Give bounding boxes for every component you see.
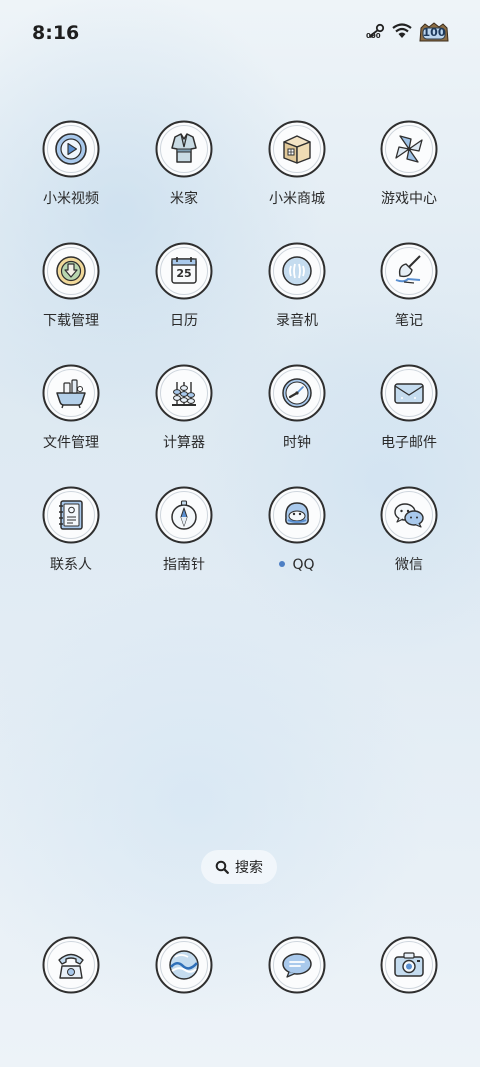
bathtub-files-icon [42, 364, 100, 422]
app-label: 米家 [170, 191, 198, 207]
wifi-icon [392, 23, 412, 43]
app-mi-video[interactable]: 小米视频 [15, 120, 127, 208]
camera-icon [380, 936, 438, 994]
app-label: 录音机 [276, 313, 318, 329]
note-pen-icon [380, 242, 438, 300]
recorder-icon [268, 242, 326, 300]
app-calendar[interactable]: 25 日历 [128, 242, 240, 330]
dock-phone[interactable] [15, 936, 127, 994]
qq-penguin-icon [268, 486, 326, 544]
svg-text:000: 000 [366, 32, 381, 39]
robe-icon [155, 120, 213, 178]
app-label: 联系人 [50, 557, 92, 573]
status-time: 8:16 [32, 22, 80, 44]
app-label: 时钟 [283, 435, 311, 451]
video-play-icon [42, 120, 100, 178]
calendar-date: 25 [176, 267, 192, 280]
app-label: 微信 [395, 557, 423, 573]
app-label: 游戏中心 [381, 191, 437, 207]
app-file-manager[interactable]: 文件管理 [15, 364, 127, 452]
app-label: 小米商城 [269, 191, 325, 207]
app-label: 笔记 [395, 313, 423, 329]
battery-icon: 100 [418, 22, 450, 44]
abacus-icon [155, 364, 213, 422]
app-recorder[interactable]: 录音机 [241, 242, 353, 330]
search-label: 搜索 [235, 860, 263, 876]
app-label: 计算器 [163, 435, 205, 451]
app-calculator[interactable]: 计算器 [128, 364, 240, 452]
key-icon: 000 [366, 23, 386, 43]
app-mijia[interactable]: 米家 [128, 120, 240, 208]
dock-messages[interactable] [241, 936, 353, 994]
app-game-center[interactable]: 游戏中心 [353, 120, 465, 208]
contacts-book-icon [42, 486, 100, 544]
wechat-bubbles-icon [380, 486, 438, 544]
download-arrow-icon [42, 242, 100, 300]
app-compass[interactable]: 指南针 [128, 486, 240, 574]
compass-icon [155, 486, 213, 544]
app-contacts[interactable]: 联系人 [15, 486, 127, 574]
app-email[interactable]: 电子邮件 [353, 364, 465, 452]
app-label: 下载管理 [43, 313, 99, 329]
browser-wave-icon [155, 936, 213, 994]
new-badge-dot [279, 561, 286, 567]
app-mi-store[interactable]: 小米商城 [241, 120, 353, 208]
app-wechat[interactable]: 微信 [353, 486, 465, 574]
envelope-icon [380, 364, 438, 422]
shop-box-icon [268, 120, 326, 178]
battery-level: 100 [422, 26, 446, 39]
status-icons: 000 100 [366, 22, 450, 44]
app-label: 文件管理 [43, 435, 99, 451]
app-downloads[interactable]: 下载管理 [15, 242, 127, 330]
app-qq[interactable]: QQ [241, 486, 353, 574]
message-bubble-icon [268, 936, 326, 994]
app-label: 小米视频 [43, 191, 99, 207]
status-bar: 8:16 000 100 [0, 0, 480, 68]
app-label: 指南针 [163, 557, 205, 573]
clock-icon [268, 364, 326, 422]
app-label: 电子邮件 [381, 435, 437, 451]
app-clock[interactable]: 时钟 [241, 364, 353, 452]
app-notes[interactable]: 笔记 [353, 242, 465, 330]
app-label: QQ [241, 556, 353, 574]
telephone-icon [42, 936, 100, 994]
dock-camera[interactable] [353, 936, 465, 994]
dock-browser[interactable] [128, 936, 240, 994]
app-label: 日历 [170, 313, 198, 329]
search-button[interactable]: 搜索 [201, 850, 277, 884]
search-icon [215, 860, 229, 874]
pinwheel-icon [380, 120, 438, 178]
